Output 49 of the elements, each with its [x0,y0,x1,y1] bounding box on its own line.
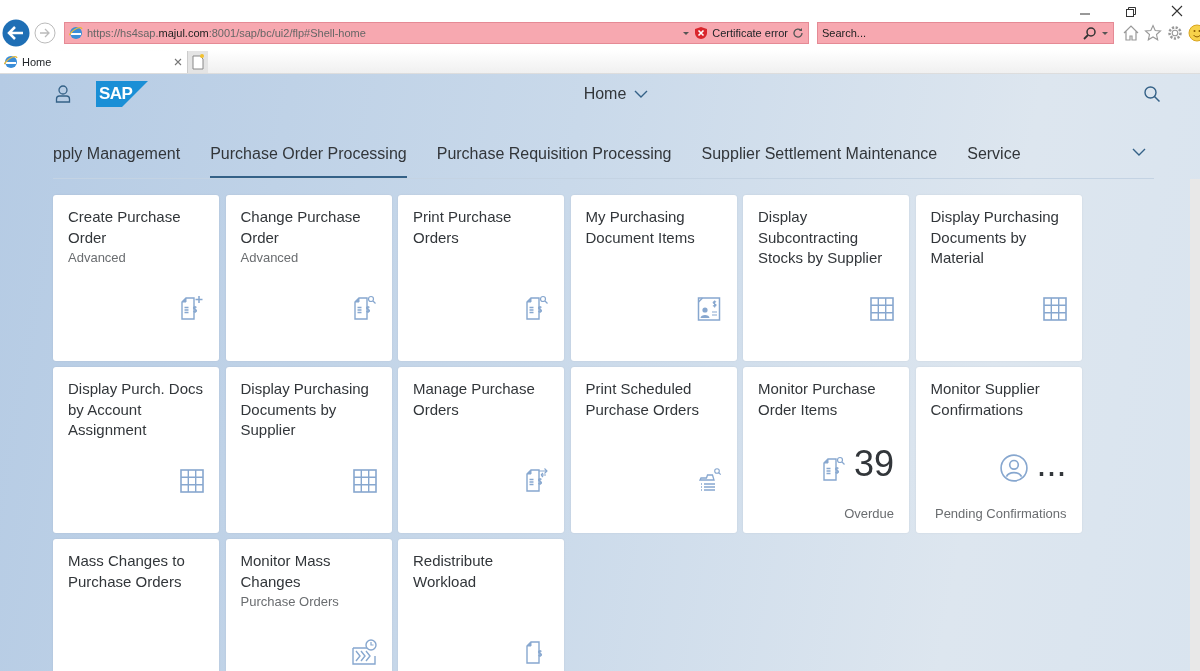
tile-title: Print Purchase Orders [413,207,513,248]
tile-title: Redistribute Workload [413,551,495,592]
tile-subtitle: Advanced [68,249,127,267]
tile-title: My Purchasing Document Items [585,207,696,248]
certificate-error-text[interactable]: Certificate error [712,24,788,42]
app-tile[interactable]: Mass Changes to Purchase Orders [53,539,219,671]
tile-title: Mass Changes to Purchase Orders [68,551,186,592]
app-tile[interactable]: Print Scheduled Purchase Orders [570,367,737,533]
address-bar[interactable]: https://hs4sap.majul.com:8001/sap/bc/ui2/flp#Shell-home Certificate error [64,22,809,44]
app-tile[interactable]: Redistribute Workload [398,539,564,671]
app-tile[interactable]: Monitor Supplier Confirmations ... Pending Confirmations [915,367,1082,533]
tile-title: Create Purchase Order [68,207,182,248]
app-tile[interactable]: Monitor Mass Changes Purchase Orders [225,539,392,671]
group-tab[interactable]: Service [967,142,1021,178]
tile-title: Display Subcontracting Stocks by Supplier [758,207,884,268]
url-text: https://hs4sap.majul.com:8001/sap/bc/ui2/flp#Shell-home [87,25,367,41]
page-title[interactable]: Home [583,82,627,106]
tile-footer: Overdue [758,503,894,523]
app-tile[interactable]: Display Purchasing Documents by Supplier [225,367,392,533]
tile-title: Manage Purchase Orders [413,379,536,420]
group-tab[interactable]: Purchase Order Processing [210,142,407,178]
tile-title: Monitor Supplier Confirmations [930,379,1041,420]
app-tile[interactable]: My Purchasing Document Items [570,195,737,361]
app-tile[interactable]: Display Purch. Docs by Account Assignment [53,367,219,533]
group-tab[interactable]: Supplier Settlement Maintenance [701,142,938,178]
app-tile[interactable]: Display Purchasing Documents by Material [915,195,1082,361]
tile-title: Display Purchasing Documents by Supplier [240,379,370,440]
kpi-value: 39 [853,445,894,482]
tile-footer: Pending Confirmations [930,503,1067,523]
search-field[interactable]: Search... [817,22,1114,44]
tile-title: Change Purchase Order [240,207,362,248]
tile-title: Display Purch. Docs by Account Assignment [68,379,204,440]
app-tile[interactable]: Display Subcontracting Stocks by Supplier [743,195,909,361]
app-tile[interactable]: Create Purchase Order Advanced [53,195,219,361]
group-tab[interactable]: pply Management [53,142,181,178]
tile-title: Monitor Mass Changes [240,551,332,592]
app-tile[interactable]: Change Purchase Order Advanced [225,195,392,361]
group-tab[interactable]: Purchase Requisition Processing [436,142,672,178]
app-tile[interactable]: Monitor Purchase Order Items 39 Overdue [743,367,909,533]
tile-subtitle: Purchase Orders [240,593,340,611]
tile-title: Display Purchasing Documents by Material [930,207,1060,268]
tile-title: Monitor Purchase Order Items [758,379,877,420]
app-tile[interactable]: Print Purchase Orders [398,195,564,361]
app-tile[interactable]: Manage Purchase Orders [398,367,564,533]
kpi-value: ... [1036,445,1067,482]
tile-title: Print Scheduled Purchase Orders [585,379,700,420]
browser-tab[interactable]: Home [0,51,188,73]
logo[interactable]: SAP [96,81,148,107]
tile-subtitle: Advanced [240,249,300,267]
